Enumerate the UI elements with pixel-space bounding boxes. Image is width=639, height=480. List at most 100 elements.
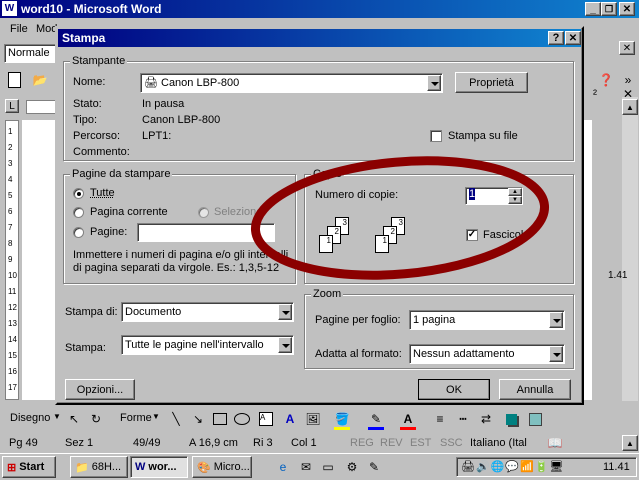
shapes-menu[interactable]: Forme <box>120 412 152 424</box>
scale-value: Nessun adattamento <box>413 348 515 360</box>
pages-radio[interactable] <box>73 227 84 238</box>
ruler-number: 4 <box>8 175 12 184</box>
free-rotate-icon[interactable]: ↻ <box>88 411 104 427</box>
word-app-icon: W <box>2 1 17 16</box>
word-icon: W <box>135 461 145 473</box>
clipart-icon[interactable]: 🖼 <box>305 411 321 427</box>
fill-color-icon[interactable]: 🪣 <box>334 411 350 430</box>
print-label: Stampa: <box>65 342 106 354</box>
close-button[interactable]: ✕ <box>619 2 635 16</box>
scale-dropdown-arrow[interactable] <box>549 346 563 362</box>
dialog-help-button[interactable]: ? <box>548 31 564 45</box>
scale-label: Adatta al formato: <box>315 348 402 360</box>
pages-per-sheet-dropdown-arrow[interactable] <box>549 312 563 328</box>
ok-button[interactable]: OK <box>418 379 490 400</box>
help-icon[interactable]: ❓ <box>598 72 614 88</box>
minimize-button[interactable]: _ <box>585 2 601 16</box>
style-select[interactable]: Normale <box>4 44 58 63</box>
draw-menu[interactable]: Disegno <box>10 412 50 424</box>
status-ext[interactable]: EST <box>407 435 435 451</box>
annotation-ellipse <box>240 150 590 285</box>
status-value: In pausa <box>142 98 184 110</box>
current-page-label[interactable]: Pagina corrente <box>90 206 168 218</box>
vertical-scrollbar[interactable]: ▲ ▲ <box>622 97 638 401</box>
start-button[interactable]: ⊞ Start <box>2 456 56 478</box>
dash-style-icon[interactable]: ┅ <box>455 411 471 427</box>
print-what-dropdown-arrow[interactable] <box>278 304 292 320</box>
textbox-icon[interactable]: A <box>258 411 274 427</box>
arrow-icon[interactable]: ↘ <box>190 411 206 427</box>
rectangle-icon[interactable] <box>212 411 228 427</box>
properties-button[interactable]: Proprietà <box>455 72 528 93</box>
print-range-value: Tutte le pagine nell'intervallo <box>125 339 264 351</box>
pages-per-sheet-select[interactable]: 1 pagina <box>409 310 565 330</box>
restore-button[interactable]: ❐ <box>601 2 617 16</box>
printer-name-select[interactable]: 🖨 Canon LBP-800 <box>140 73 443 93</box>
ruler-number: 1 <box>8 127 12 136</box>
ruler-number: 2 <box>8 143 12 152</box>
paint-icon: 🎨 <box>197 461 211 474</box>
open-folder-icon[interactable]: 📂 <box>32 72 48 88</box>
status-rev[interactable]: REV <box>377 435 405 451</box>
start-label: Start <box>19 461 44 473</box>
current-page-radio[interactable] <box>73 207 84 218</box>
print-what-select[interactable]: Documento <box>121 302 294 322</box>
spelling-status-icon[interactable]: 📖 <box>547 435 563 451</box>
arrow-style-icon[interactable]: ⇄ <box>478 411 494 427</box>
print-to-file-checkbox[interactable] <box>430 130 442 142</box>
3d-icon[interactable] <box>527 411 543 427</box>
line-color-icon[interactable]: ✎ <box>368 411 384 430</box>
desktop-quicklaunch-icon[interactable]: ▭ <box>320 459 336 475</box>
select-objects-icon[interactable]: ↖ <box>66 411 82 427</box>
status-label: Stato: <box>73 98 102 110</box>
scale-select[interactable]: Nessun adattamento <box>409 344 565 364</box>
all-pages-radio[interactable] <box>73 188 84 199</box>
line-icon[interactable]: ╲ <box>168 411 184 427</box>
tab-selector[interactable]: L <box>5 99 19 113</box>
shapes-menu-arrow-icon: ▼ <box>152 412 160 421</box>
all-pages-label[interactable]: Tutte <box>90 187 115 199</box>
ruler-number: 8 <box>8 239 12 248</box>
print-range-dropdown-arrow[interactable] <box>278 337 292 353</box>
outlook-quicklaunch-icon[interactable]: ✉ <box>298 459 314 475</box>
edit-quicklaunch-icon[interactable]: ✎ <box>366 459 382 475</box>
printer-group-label: Stampante <box>70 55 127 67</box>
ruler-number: 17 <box>8 383 17 392</box>
printer-icon: 🖨 <box>144 76 158 89</box>
task-button-68h[interactable]: 📁 68H... <box>70 456 128 478</box>
ruler-number: 13 <box>8 319 17 328</box>
oval-icon[interactable] <box>234 411 250 427</box>
printer-name-dropdown-arrow[interactable] <box>427 75 441 91</box>
options-button[interactable]: Opzioni... <box>65 379 135 400</box>
ruler-number: 7 <box>8 223 12 232</box>
ruler-number: 10 <box>8 271 17 280</box>
font-color-icon[interactable]: A <box>400 411 416 430</box>
wordart-icon[interactable]: A <box>282 411 298 427</box>
status-ovr[interactable]: SSC <box>437 435 465 451</box>
print-range-select[interactable]: Tutte le pagine nell'intervallo <box>121 335 294 355</box>
dialog-close-button[interactable]: ✕ <box>565 31 581 45</box>
ie-quicklaunch-icon[interactable]: e <box>275 459 291 475</box>
right-zoom-label: 1.41 <box>608 270 627 281</box>
selection-radio <box>198 207 209 218</box>
pages-label[interactable]: Pagine: <box>90 226 127 238</box>
new-document-icon[interactable] <box>8 72 21 88</box>
menu-file[interactable]: File <box>10 23 28 35</box>
pages-per-sheet-value: 1 pagina <box>413 314 455 326</box>
shadow-icon[interactable] <box>503 411 519 427</box>
app-titlebar: W word10 - Microsoft Word _ ❐ ✕ <box>0 0 639 18</box>
toolbar-more-icon[interactable]: » <box>620 72 636 88</box>
status-section: Sez 1 <box>62 435 112 451</box>
cancel-button[interactable]: Annulla <box>499 379 571 400</box>
task-button-micro[interactable]: 🎨 Micro... <box>192 456 252 478</box>
task-button-word[interactable]: W wor... <box>130 456 188 478</box>
type-value: Canon LBP-800 <box>142 114 220 126</box>
prev-page-button[interactable]: ▲ <box>622 435 638 451</box>
line-style-icon[interactable]: ≡ <box>432 411 448 427</box>
ruler-number: 14 <box>8 335 17 344</box>
scroll-up-button[interactable]: ▲ <box>622 99 638 115</box>
channels-quicklaunch-icon[interactable]: ⚙ <box>344 459 360 475</box>
status-page: Pg 49 <box>6 435 60 451</box>
print-to-file-label[interactable]: Stampa su file <box>448 130 518 142</box>
status-rec[interactable]: REG <box>347 435 375 451</box>
